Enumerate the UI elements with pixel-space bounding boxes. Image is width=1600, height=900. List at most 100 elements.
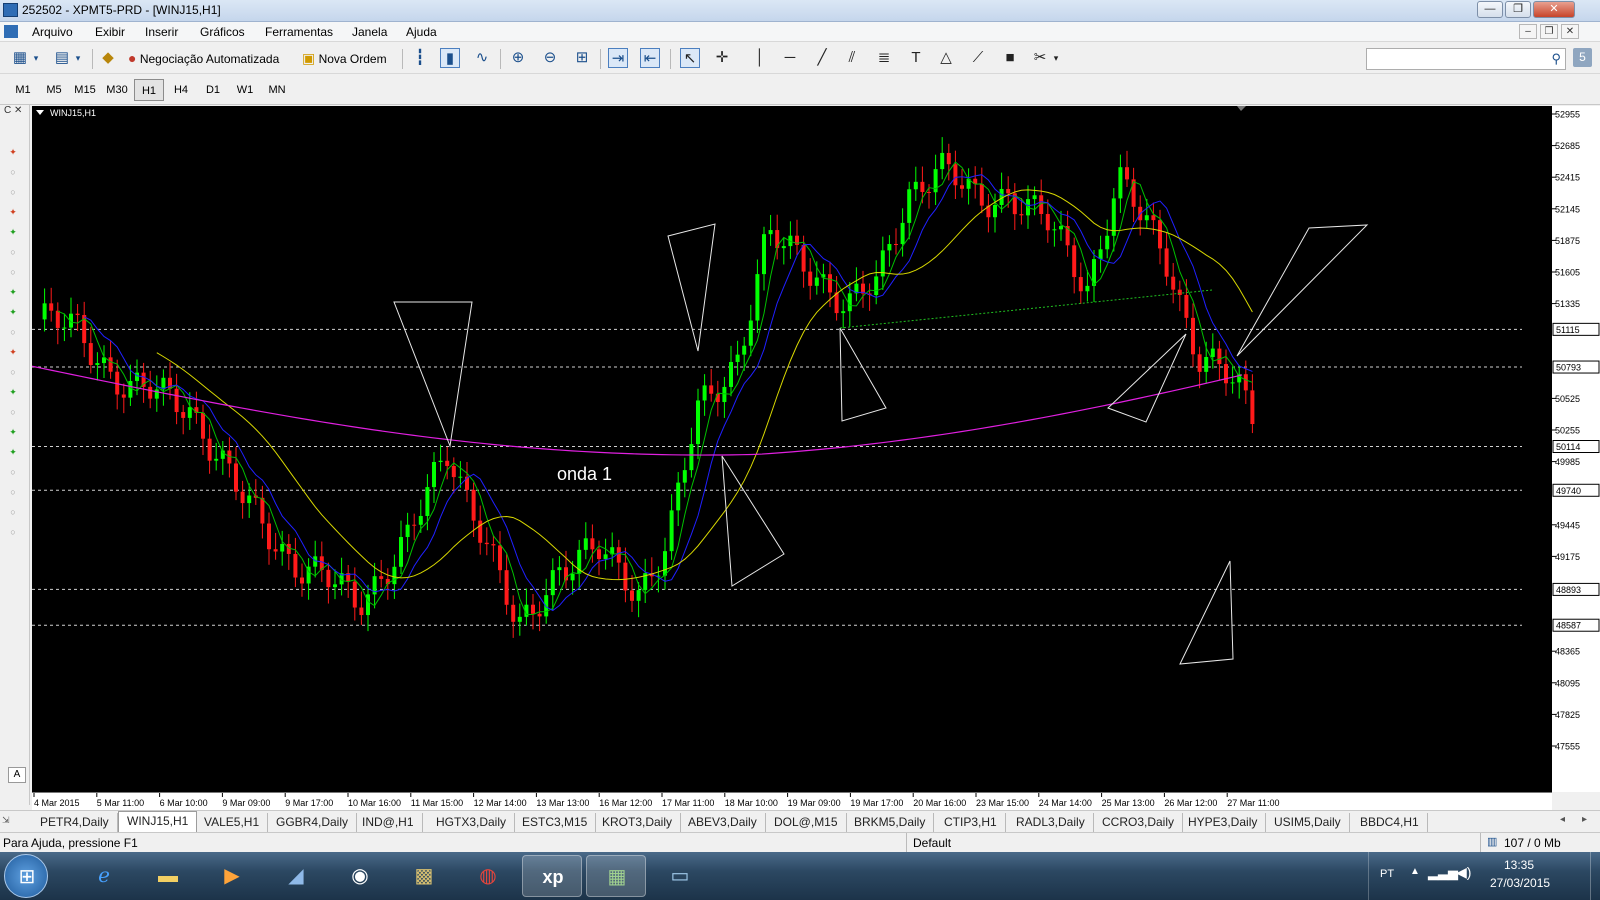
maximize-button[interactable]: ❐ xyxy=(1505,1,1531,18)
chart-shift-icon[interactable]: ⇤ xyxy=(640,48,660,68)
chart-window-icon[interactable] xyxy=(4,25,18,38)
chart-tab[interactable]: CCRO3,Daily xyxy=(1094,813,1184,832)
clock-date[interactable]: 27/03/2015 xyxy=(1490,876,1550,890)
minimize-button[interactable]: — xyxy=(1477,1,1503,18)
chevron-down-icon[interactable]: ▾ xyxy=(30,48,42,68)
chart-tab[interactable]: HYPE3,Daily xyxy=(1180,813,1267,832)
signal-icon[interactable]: ○ xyxy=(6,325,20,339)
rectangle-tool-icon[interactable]: ■ xyxy=(1000,48,1020,68)
tabs-menu-icon[interactable]: ⇲ xyxy=(2,815,10,826)
signal-icon[interactable]: ○ xyxy=(6,165,20,179)
menu-graficos[interactable]: Gráficos xyxy=(200,25,245,39)
chart-tab[interactable]: HGTX3,Daily xyxy=(428,813,516,832)
timeframe-m15[interactable]: M15 xyxy=(70,79,100,101)
signal-icon[interactable]: ✦ xyxy=(6,285,20,299)
timeframe-m30[interactable]: M30 xyxy=(102,79,132,101)
chart-tab[interactable]: USIM5,Daily xyxy=(1266,813,1350,832)
shapes-icon[interactable]: ✂ xyxy=(1030,48,1050,68)
autoscroll-icon[interactable]: ⇥ xyxy=(608,48,628,68)
timeframe-m5[interactable]: M5 xyxy=(39,79,69,101)
price-chart[interactable]: WINJ15,H1 onda 1 xyxy=(32,106,1552,792)
chart-tab-active[interactable]: WINJ15,H1 xyxy=(118,811,198,833)
language-indicator[interactable]: PT xyxy=(1380,868,1394,880)
timeframe-m1[interactable]: M1 xyxy=(8,79,38,101)
signal-icon[interactable]: ✦ xyxy=(6,385,20,399)
chart-menu-icon[interactable] xyxy=(36,110,44,115)
market-watch-icon[interactable]: ◆ xyxy=(98,48,118,68)
timeframe-w1[interactable]: W1 xyxy=(230,79,260,101)
timeframe-h4[interactable]: H4 xyxy=(166,79,196,101)
chart-tab[interactable]: RADL3,Daily xyxy=(1008,813,1094,832)
fibo-fan-icon[interactable]: ⟋ xyxy=(968,48,988,68)
chevron-down-icon[interactable]: ▾ xyxy=(72,48,84,68)
signal-icon[interactable]: ○ xyxy=(6,505,20,519)
menu-ferramentas[interactable]: Ferramentas xyxy=(265,25,333,39)
clock-time[interactable]: 13:35 xyxy=(1504,858,1534,872)
taskbar-chrome[interactable]: ◍ xyxy=(458,855,518,897)
chevron-down-icon[interactable]: ▾ xyxy=(1050,48,1062,68)
taskbar-xp[interactable]: xp xyxy=(522,855,582,897)
vertical-line-icon[interactable]: │ xyxy=(750,48,770,68)
chart-tab[interactable]: PETR4,Daily xyxy=(32,813,118,832)
chart-tab[interactable]: BRKM5,Daily xyxy=(846,813,935,832)
chart-tab[interactable]: VALE5,H1 xyxy=(196,813,269,832)
new-order-button[interactable]: ▣ Nova Ordem xyxy=(302,46,387,70)
tile-windows-icon[interactable]: ⊞ xyxy=(572,48,592,68)
chart-tab[interactable]: ESTC3,M15 xyxy=(514,813,597,832)
chart-tab[interactable]: DOL@,M15 xyxy=(766,813,847,832)
candlestick-chart-icon[interactable]: ▮ xyxy=(440,48,460,68)
equidistant-channel-icon[interactable]: ⫽ xyxy=(842,48,862,68)
mdi-close-button[interactable]: ✕ xyxy=(1561,24,1579,39)
cursor-icon[interactable]: ↖ xyxy=(680,48,700,68)
crosshair-icon[interactable]: ✛ xyxy=(712,48,732,68)
auto-trading-button[interactable]: ● Negociação Automatizada xyxy=(128,46,279,70)
profiles-icon[interactable]: ▤ xyxy=(52,48,72,68)
chart-tab[interactable]: CTIP3,H1 xyxy=(936,813,1006,832)
start-button[interactable]: ⊞ xyxy=(4,854,48,898)
chart-tab[interactable]: ABEV3,Daily xyxy=(680,813,766,832)
signal-icon[interactable]: ○ xyxy=(6,245,20,259)
signal-icon[interactable]: ✦ xyxy=(6,345,20,359)
signal-icon[interactable]: ○ xyxy=(6,405,20,419)
new-chart-icon[interactable]: ▦ xyxy=(10,48,30,68)
signal-icon[interactable]: ✦ xyxy=(6,305,20,319)
signal-icon[interactable]: ○ xyxy=(6,465,20,479)
menu-exibir[interactable]: Exibir xyxy=(95,25,125,39)
volume-icon[interactable]: ◀) xyxy=(1456,864,1471,881)
horizontal-line-icon[interactable]: ─ xyxy=(780,48,800,68)
bar-chart-icon[interactable]: ┇ xyxy=(410,48,430,68)
line-chart-icon[interactable]: ∿ xyxy=(472,48,492,68)
community-icon[interactable]: 5 xyxy=(1573,48,1592,67)
menu-arquivo[interactable]: Arquivo xyxy=(32,25,73,39)
search-input[interactable]: ⚲ xyxy=(1366,48,1566,70)
close-button[interactable]: ✕ xyxy=(1533,1,1575,18)
timeframe-mn[interactable]: MN xyxy=(262,79,292,101)
signal-icon[interactable]: ○ xyxy=(6,485,20,499)
taskbar-hp[interactable]: ◉ xyxy=(330,855,390,897)
signal-icon[interactable]: ○ xyxy=(6,265,20,279)
signal-icon[interactable]: ✦ xyxy=(6,425,20,439)
signal-icon[interactable]: ✦ xyxy=(6,205,20,219)
network-icon[interactable]: ▂▃▅ xyxy=(1428,865,1458,881)
zoom-out-icon[interactable]: ⊖ xyxy=(540,48,560,68)
menu-janela[interactable]: Janela xyxy=(352,25,387,39)
chart-tab[interactable]: BBDC4,H1 xyxy=(1352,813,1428,832)
signal-icon[interactable]: ✦ xyxy=(6,225,20,239)
text-tool-icon[interactable]: T xyxy=(906,48,926,68)
chart-tab[interactable]: IND@,H1 xyxy=(354,813,423,832)
taskbar-app[interactable]: ▭ xyxy=(650,855,710,897)
fibonacci-icon[interactable]: ≣ xyxy=(874,48,894,68)
timeframe-h1[interactable]: H1 xyxy=(134,79,164,101)
taskbar-internet-explorer[interactable]: ℯ xyxy=(74,855,134,897)
trendline-icon[interactable]: ╱ xyxy=(812,48,832,68)
tabs-scroll-left-icon[interactable]: ◂ xyxy=(1560,814,1565,825)
menu-inserir[interactable]: Inserir xyxy=(145,25,178,39)
mdi-minimize-button[interactable]: – xyxy=(1519,24,1537,39)
chart-canvas[interactable]: WINJ15,H1 onda 1 xyxy=(32,106,1552,792)
traffic-status[interactable]: 107 / 0 Mb xyxy=(1504,836,1561,850)
taskbar-app[interactable]: ▩ xyxy=(394,855,454,897)
show-desktop-button[interactable] xyxy=(1590,852,1600,900)
signal-icon[interactable]: ✦ xyxy=(6,445,20,459)
navigator-close-icon[interactable]: C ✕ xyxy=(4,105,22,116)
tray-arrow-icon[interactable]: ▲ xyxy=(1410,866,1420,877)
